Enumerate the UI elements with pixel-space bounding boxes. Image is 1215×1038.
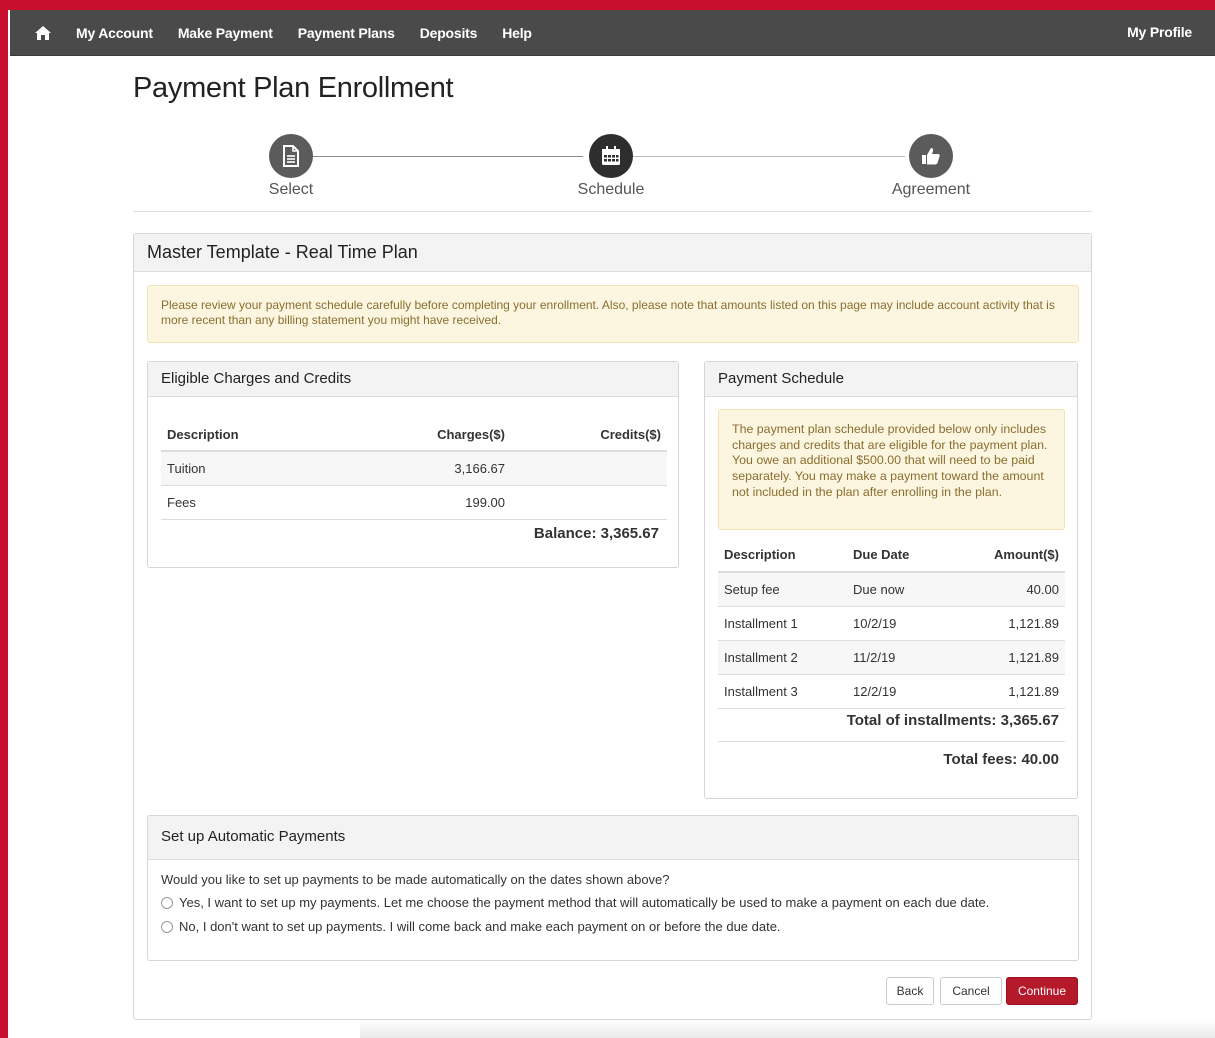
table-row: Setup fee Due now 40.00 bbox=[718, 572, 1065, 607]
row-charges: 199.00 bbox=[411, 485, 511, 520]
auto-pay-option-yes[interactable]: Yes, I want to set up my payments. Let m… bbox=[161, 895, 1065, 910]
schedule-table: Description Due Date Amount($) Setup fee… bbox=[718, 538, 1065, 709]
column-header: Due Date bbox=[847, 538, 957, 573]
nav-my-account[interactable]: My Account bbox=[76, 25, 153, 41]
step-select: Select bbox=[231, 134, 351, 199]
enrollment-stepper: Select Schedule Agreement bbox=[133, 130, 1092, 212]
step-connector bbox=[633, 156, 905, 157]
row-credits bbox=[511, 451, 667, 486]
step-agreement: Agreement bbox=[871, 134, 991, 199]
schedule-notice: The payment plan schedule provided below… bbox=[718, 409, 1065, 530]
row-due-date: 10/2/19 bbox=[847, 606, 957, 641]
table-row: Installment 3 12/2/19 1,121.89 bbox=[718, 674, 1065, 709]
table-row: Installment 1 10/2/19 1,121.89 bbox=[718, 606, 1065, 641]
nav-payment-plans[interactable]: Payment Plans bbox=[298, 25, 395, 41]
divider bbox=[718, 741, 1065, 742]
step-label: Select bbox=[268, 181, 314, 198]
window-frame-left bbox=[0, 0, 8, 1038]
divider bbox=[133, 211, 1092, 212]
column-header: Amount($) bbox=[957, 538, 1065, 573]
step-label: Schedule bbox=[577, 181, 645, 198]
row-description: Setup fee bbox=[718, 572, 847, 607]
calendar-icon bbox=[589, 134, 633, 178]
plan-panel: Master Template - Real Time Plan Please … bbox=[133, 233, 1092, 1020]
balance-total: Balance: 3,365.67 bbox=[533, 525, 659, 542]
automatic-payments-panel: Set up Automatic Payments Would you like… bbox=[147, 815, 1079, 961]
total-fees: Total fees: 40.00 bbox=[943, 751, 1059, 768]
window-frame-top bbox=[0, 0, 1215, 10]
auto-pay-option-no[interactable]: No, I don't want to set up payments. I w… bbox=[161, 919, 1065, 934]
page-title: Payment Plan Enrollment bbox=[133, 72, 454, 104]
row-description: Tuition bbox=[161, 451, 411, 486]
total-installments: Total of installments: 3,365.67 bbox=[846, 712, 1059, 729]
option-label: No, I don't want to set up payments. I w… bbox=[179, 919, 781, 934]
nav-help[interactable]: Help bbox=[502, 25, 532, 41]
row-credits bbox=[511, 485, 667, 520]
charges-table: Description Charges($) Credits($) Tuitio… bbox=[161, 418, 667, 520]
row-amount: 1,121.89 bbox=[957, 606, 1065, 641]
auto-pay-heading: Set up Automatic Payments bbox=[148, 816, 1078, 860]
row-description: Fees bbox=[161, 485, 411, 520]
nav-right: My Profile bbox=[1127, 24, 1192, 42]
row-amount: 1,121.89 bbox=[957, 640, 1065, 675]
nav-deposits[interactable]: Deposits bbox=[420, 25, 478, 41]
plan-title: Master Template - Real Time Plan bbox=[134, 234, 1091, 272]
row-charges: 3,166.67 bbox=[411, 451, 511, 486]
row-description: Installment 3 bbox=[718, 674, 847, 709]
row-description: Installment 1 bbox=[718, 606, 847, 641]
step-label: Agreement bbox=[891, 181, 971, 198]
radio-button[interactable] bbox=[161, 896, 173, 909]
radio-button[interactable] bbox=[161, 920, 173, 933]
row-description: Installment 2 bbox=[718, 640, 847, 675]
thumbs-up-icon bbox=[909, 134, 953, 178]
table-row: Tuition 3,166.67 bbox=[161, 451, 667, 486]
column-header: Credits($) bbox=[511, 418, 667, 452]
step-schedule: Schedule bbox=[551, 134, 671, 199]
document-icon bbox=[269, 134, 313, 178]
payment-schedule-panel: Payment Schedule The payment plan schedu… bbox=[704, 361, 1078, 799]
column-header: Description bbox=[161, 418, 411, 452]
review-notice: Please review your payment schedule care… bbox=[147, 285, 1079, 343]
back-button[interactable]: Back bbox=[886, 977, 934, 1005]
home-icon[interactable] bbox=[32, 24, 54, 42]
option-label: Yes, I want to set up my payments. Let m… bbox=[179, 895, 990, 910]
cancel-button[interactable]: Cancel bbox=[940, 977, 1002, 1005]
charges-heading: Eligible Charges and Credits bbox=[148, 362, 678, 397]
column-header: Description bbox=[718, 538, 847, 573]
eligible-charges-panel: Eligible Charges and Credits Description… bbox=[147, 361, 679, 568]
row-due-date: 11/2/19 bbox=[847, 640, 957, 675]
bottom-shadow bbox=[360, 1020, 1215, 1038]
column-header: Charges($) bbox=[411, 418, 511, 452]
row-amount: 1,121.89 bbox=[957, 674, 1065, 709]
table-row: Fees 199.00 bbox=[161, 485, 667, 520]
continue-button[interactable]: Continue bbox=[1006, 977, 1078, 1005]
table-row: Installment 2 11/2/19 1,121.89 bbox=[718, 640, 1065, 675]
top-navbar: My Account Make Payment Payment Plans De… bbox=[10, 10, 1215, 56]
auto-pay-question: Would you like to set up payments to be … bbox=[161, 872, 670, 887]
schedule-heading: Payment Schedule bbox=[705, 362, 1077, 397]
auto-pay-body: Would you like to set up payments to be … bbox=[148, 860, 1078, 955]
nav-make-payment[interactable]: Make Payment bbox=[178, 25, 273, 41]
step-connector bbox=[313, 156, 583, 157]
row-due-date: 12/2/19 bbox=[847, 674, 957, 709]
nav-my-profile[interactable]: My Profile bbox=[1127, 24, 1192, 40]
row-amount: 40.00 bbox=[957, 572, 1065, 607]
row-due-date: Due now bbox=[847, 572, 957, 607]
